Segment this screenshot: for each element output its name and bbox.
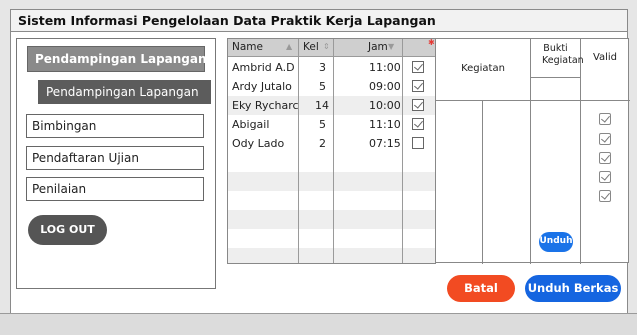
row-checkbox[interactable] — [412, 80, 424, 92]
sidebar-item-pendaftaran-ujian[interactable]: Pendaftaran Ujian — [26, 146, 204, 170]
cancel-button[interactable]: Batal — [447, 275, 515, 302]
table-row[interactable]: Ody Lado 2 07:15 — [228, 134, 435, 153]
sidebar-item-label: Pendaftaran Ujian — [32, 151, 139, 165]
unduh-label: Unduh — [539, 236, 573, 246]
column-header-kel[interactable]: Kel — [303, 41, 319, 53]
window-title: Sistem Informasi Pengelolaan Data Prakti… — [18, 13, 436, 28]
valid-checkbox[interactable] — [599, 133, 611, 145]
logout-button[interactable]: LOG OUT — [28, 215, 107, 245]
valid-checkbox[interactable] — [599, 190, 611, 202]
empty-row — [228, 172, 435, 191]
valid-checkbox[interactable] — [599, 171, 611, 183]
cancel-label: Batal — [464, 281, 498, 295]
sidebar-header-label: Pendampingan Lapangan — [35, 52, 207, 66]
download-file-button[interactable]: Unduh Berkas — [525, 275, 621, 302]
divider — [530, 39, 531, 264]
sidebar-item-penilaian[interactable]: Penilaian — [26, 177, 204, 201]
divider — [436, 100, 630, 101]
column-header-name[interactable]: Name — [232, 41, 263, 53]
cell-jam: 11:10 — [369, 118, 401, 131]
sort-both-icon[interactable]: ⇕ — [323, 42, 330, 51]
sidebar-subitem-label: Pendampingan Lapangan — [46, 85, 199, 99]
required-marker-icon: ✱ — [428, 38, 435, 47]
cell-name: Ardy Jutalo — [232, 80, 292, 93]
kegiatan-panel: Kegiatan Bukti Kegiatan Valid Unduh — [435, 38, 630, 264]
cell-kel: 5 — [319, 80, 326, 93]
empty-row — [228, 210, 435, 229]
column-divider — [298, 39, 299, 263]
unduh-button[interactable]: Unduh — [539, 232, 573, 252]
row-checkbox[interactable] — [412, 137, 424, 149]
cell-kel: 14 — [315, 99, 329, 112]
row-checkbox[interactable] — [412, 61, 424, 73]
table-header: Name ▲ Kel ⇕ Jam ▼ ✱ — [228, 38, 435, 57]
table-row[interactable]: Ambrid A.D 3 11:00 — [228, 58, 435, 77]
cell-name: Ambrid A.D — [232, 61, 295, 74]
title-bar: Sistem Informasi Pengelolaan Data Prakti… — [11, 10, 627, 32]
column-header-jam[interactable]: Jam — [368, 41, 388, 53]
table-row[interactable]: Ardy Jutalo 5 09:00 — [228, 77, 435, 96]
divider — [580, 39, 581, 264]
cell-jam: 07:15 — [369, 137, 401, 150]
row-checkbox[interactable] — [412, 118, 424, 130]
valid-checkbox[interactable] — [599, 152, 611, 164]
download-file-label: Unduh Berkas — [527, 281, 619, 295]
cell-name: Abigail — [232, 118, 270, 131]
cell-kel: 5 — [319, 118, 326, 131]
divider — [482, 101, 483, 264]
sidebar-item-label: Penilaian — [32, 182, 87, 196]
sort-asc-icon[interactable]: ▲ — [286, 42, 292, 51]
table-row[interactable]: Abigail 5 11:10 — [228, 115, 435, 134]
sidebar-header[interactable]: Pendampingan Lapangan — [27, 46, 207, 72]
row-checkbox[interactable] — [412, 99, 424, 111]
kegiatan-header: Kegiatan — [461, 63, 505, 74]
cell-name: Ody Lado — [232, 137, 285, 150]
divider — [530, 77, 580, 78]
sidebar-subitem-pendampingan[interactable]: Pendampingan Lapangan — [38, 80, 211, 104]
logout-label: LOG OUT — [40, 223, 95, 236]
valid-header: Valid — [592, 52, 618, 63]
cell-jam: 10:00 — [369, 99, 401, 112]
sidebar: Pendampingan Lapangan Pendampingan Lapan… — [16, 38, 216, 289]
status-bar — [0, 313, 637, 335]
sidebar-item-label: Bimbingan — [32, 119, 97, 133]
sidebar-item-bimbingan[interactable]: Bimbingan — [26, 114, 204, 138]
column-divider — [333, 39, 334, 263]
empty-row — [228, 248, 435, 263]
cell-kel: 2 — [319, 137, 326, 150]
cell-name: Eky Rycharc — [232, 99, 299, 112]
column-divider — [402, 39, 403, 263]
cell-kel: 3 — [319, 61, 326, 74]
valid-checkbox[interactable] — [599, 113, 611, 125]
bukti-kegiatan-header: Bukti Kegiatan — [542, 43, 584, 66]
sort-desc-icon[interactable]: ▼ — [388, 42, 394, 51]
student-table: Name ▲ Kel ⇕ Jam ▼ ✱ Ambrid A.D 3 11:00 … — [227, 38, 436, 264]
cell-jam: 09:00 — [369, 80, 401, 93]
table-row[interactable]: Eky Rycharc 14 10:00 — [228, 96, 435, 115]
cell-jam: 11:00 — [369, 61, 401, 74]
